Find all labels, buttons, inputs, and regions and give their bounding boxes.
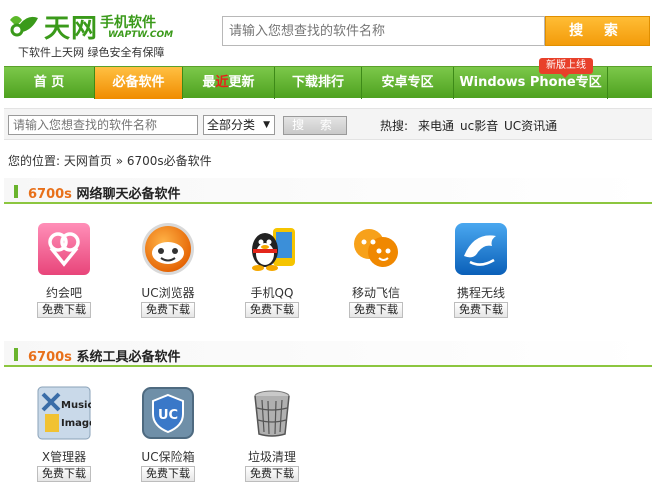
nav-recent-updates[interactable]: 最近更新 — [183, 67, 275, 99]
logo-title: 天网 — [44, 14, 99, 44]
nav-home[interactable]: 首 页 — [4, 67, 95, 99]
ctrip-dolphin-icon[interactable] — [454, 222, 508, 276]
download-button[interactable]: 免费下载 — [349, 302, 403, 318]
top-search-bar: 搜 索 — [222, 16, 650, 46]
section-header-system-tools: 6700s 系统工具必备软件 — [4, 341, 652, 367]
section-title: 6700s 系统工具必备软件 — [28, 346, 180, 365]
app-name: 约会吧 — [45, 286, 82, 300]
app-name: 携程无线 — [456, 286, 505, 300]
top-search-button[interactable]: 搜 索 — [545, 16, 650, 46]
breadcrumb-current: 6700s必备软件 — [126, 154, 212, 168]
download-button[interactable]: 免费下载 — [37, 466, 91, 482]
download-button[interactable]: 免费下载 — [37, 302, 91, 318]
section-marker — [14, 348, 18, 361]
download-button[interactable]: 免费下载 — [454, 302, 508, 318]
app-card: 手机QQ 免费下载 — [232, 222, 312, 322]
logo-slogan: 下软件上天网 绿色安全有保障 — [18, 46, 165, 59]
section-title: 6700s 网络聊天必备软件 — [28, 183, 180, 202]
hot-search-item[interactable]: UC资讯通 — [504, 117, 557, 134]
app-card: 约会吧 免费下载 — [24, 222, 104, 322]
app-card: 携程无线 免费下载 — [441, 222, 521, 322]
nav-essential-software[interactable]: 必备软件 — [95, 67, 183, 99]
app-name: 垃圾清理 — [247, 450, 296, 464]
nav-recent-prefix: 最 — [202, 75, 216, 90]
icon-text-music: Music — [61, 400, 91, 411]
section-model: 6700s — [28, 187, 72, 202]
nav-recent-highlight: 近 — [215, 75, 229, 90]
download-button[interactable]: 免费下载 — [245, 466, 299, 482]
icon-text-uc: UC — [158, 408, 178, 423]
icon-text-images: Images — [61, 418, 91, 429]
category-select-value: 全部分类 — [207, 118, 256, 132]
dating-app-icon[interactable] — [37, 222, 91, 276]
site-header: 天网 手机软件 WAPTW.COM 下软件上天网 绿色安全有保障 搜 索 — [0, 0, 654, 64]
breadcrumb-home-link[interactable]: 天网首页 — [64, 154, 112, 168]
logo-domain: WAPTW.COM — [108, 30, 174, 40]
app-name: UC保险箱 — [141, 450, 195, 464]
hot-search-item[interactable]: uc影音 — [460, 117, 498, 134]
breadcrumb-separator: » — [115, 154, 124, 168]
app-name: X管理器 — [41, 450, 87, 464]
secondary-search-bar: 全部分类 ▼ 搜 索 热搜: 来电通 uc影音 UC资讯通 — [4, 108, 652, 140]
app-card: 垃圾清理 免费下载 — [232, 386, 312, 486]
logo-mark-icon — [10, 16, 38, 37]
download-button[interactable]: 免费下载 — [141, 466, 195, 482]
app-name: UC浏览器 — [141, 286, 195, 300]
nav-android-zone[interactable]: 安卓专区 — [362, 67, 454, 99]
app-name: 移动飞信 — [351, 286, 400, 300]
category-select[interactable]: 全部分类 ▼ — [203, 115, 275, 135]
breadcrumb-prefix: 您的位置: — [8, 154, 61, 168]
section-marker — [14, 185, 18, 198]
app-card: UC浏览器 免费下载 — [128, 222, 208, 322]
x-plore-icon[interactable]: Music Images — [37, 386, 91, 440]
chevron-down-icon: ▼ — [263, 120, 270, 130]
trash-bin-icon[interactable] — [245, 386, 299, 440]
fetion-icon[interactable] — [349, 222, 403, 276]
section-title-text: 网络聊天必备软件 — [71, 187, 181, 202]
nav-download-ranking[interactable]: 下载排行 — [275, 67, 362, 99]
download-button[interactable]: 免费下载 — [141, 302, 195, 318]
app-card: 移动飞信 免费下载 — [336, 222, 416, 322]
nav-recent-suffix: 更新 — [228, 75, 255, 90]
app-card: Music Images X管理器 免费下载 — [24, 386, 104, 486]
hot-search-label: 热搜: — [380, 119, 409, 133]
uc-safe-icon[interactable]: UC — [141, 386, 195, 440]
logo-subtitle: 手机软件 — [100, 15, 156, 31]
uc-browser-icon[interactable] — [141, 222, 195, 276]
app-card: UC UC保险箱 免费下载 — [128, 386, 208, 486]
download-button[interactable]: 免费下载 — [245, 302, 299, 318]
site-logo[interactable]: 天网 手机软件 WAPTW.COM 下软件上天网 绿色安全有保障 — [8, 6, 208, 59]
secondary-search-button[interactable]: 搜 索 — [283, 116, 347, 135]
hot-search-item[interactable]: 来电通 — [418, 117, 454, 134]
new-version-badge: 新版上线 — [539, 58, 593, 78]
section-header-chat: 6700s 网络聊天必备软件 — [4, 178, 652, 204]
section-model: 6700s — [28, 350, 72, 365]
section-title-text: 系统工具必备软件 — [71, 350, 181, 365]
top-search-input[interactable] — [222, 16, 545, 46]
app-name: 手机QQ — [250, 286, 294, 300]
secondary-search-input[interactable] — [8, 115, 198, 135]
breadcrumb: 您的位置: 天网首页 » 6700s必备软件 — [8, 152, 212, 169]
qq-penguin-icon[interactable] — [245, 222, 299, 276]
